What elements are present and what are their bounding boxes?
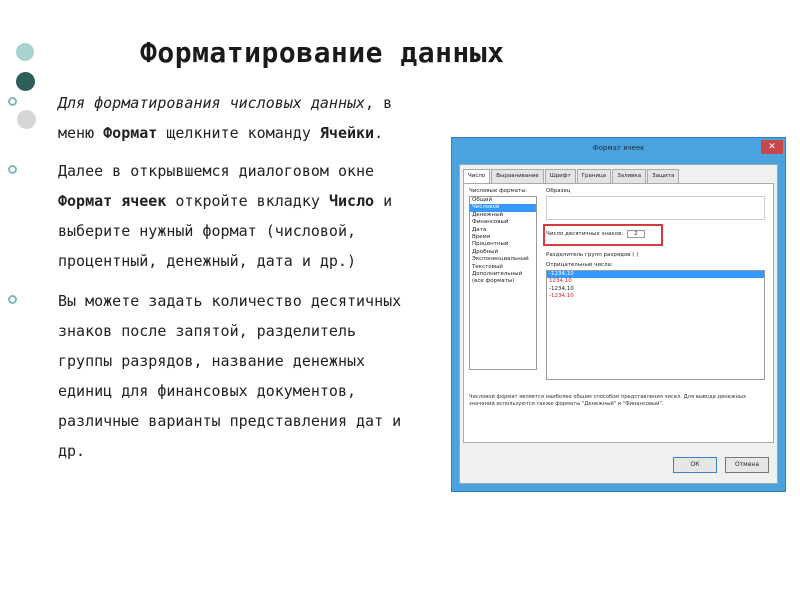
- tab-fill[interactable]: Заливка: [612, 169, 647, 183]
- sample-label: Образец: [546, 188, 571, 194]
- negative-item[interactable]: -1234,10: [547, 286, 764, 293]
- bullet-2-text-b: откройте вкладку: [166, 192, 329, 210]
- category-item[interactable]: Дополнительный: [470, 271, 536, 278]
- category-item[interactable]: Текстовый: [470, 264, 536, 271]
- bullet-2-text-a: Далее в открывшемся диалоговом окне: [58, 162, 375, 180]
- bullet-2-bold-dialog: Формат ячеек: [58, 192, 167, 210]
- tab-number[interactable]: Число: [463, 169, 491, 184]
- bullet-1-text-c: .: [374, 124, 384, 142]
- dialog-title: Формат ячеек: [592, 144, 645, 152]
- slide-title: Форматирование данных: [140, 36, 505, 69]
- dialog-tabs: Число Выравнивание Шрифт Граница Заливка…: [463, 169, 680, 184]
- bullet-item-1: Для форматирования числовых данных, в ме…: [8, 88, 408, 148]
- bullet-1-bold-format: Формат: [103, 124, 158, 142]
- cancel-button[interactable]: Отмена: [725, 457, 769, 473]
- category-item[interactable]: Экспоненциальный: [470, 256, 536, 263]
- bullet-item-2: Далее в открывшемся диалоговом окне Форм…: [8, 156, 408, 276]
- category-item[interactable]: Общий: [470, 197, 536, 204]
- bullet-list: Для форматирования числовых данных, в ме…: [8, 88, 408, 466]
- dialog-body: Число Выравнивание Шрифт Граница Заливка…: [459, 164, 778, 484]
- bullet-1-text-b: щелкните команду: [157, 124, 320, 142]
- bullet-2-bold-tab: Число: [328, 192, 375, 210]
- tab-font[interactable]: Шрифт: [544, 169, 576, 183]
- decor-circle-1: [16, 43, 34, 61]
- category-item[interactable]: Процентный: [470, 241, 536, 248]
- category-item[interactable]: (все форматы): [470, 278, 536, 285]
- tab-alignment[interactable]: Выравнивание: [491, 169, 544, 183]
- sample-box: [546, 196, 765, 220]
- negatives-list[interactable]: -1234,10 1234,10 -1234,10 -1234,10: [546, 270, 765, 380]
- category-item[interactable]: Денежный: [470, 212, 536, 219]
- category-item[interactable]: Финансовый: [470, 219, 536, 226]
- format-description: Числовой формат является наиболее общим …: [469, 394, 747, 407]
- close-icon[interactable]: ✕: [761, 140, 783, 154]
- negative-item[interactable]: -1234,10: [547, 293, 764, 300]
- categories-label: Числовые форматы:: [469, 188, 528, 194]
- decimals-label: Число десятичных знаков:: [546, 231, 624, 237]
- category-item[interactable]: Дробный: [470, 249, 536, 256]
- category-item-selected[interactable]: Числовой: [470, 204, 536, 212]
- decimals-spinner[interactable]: 2: [627, 230, 645, 238]
- tab-border[interactable]: Граница: [576, 169, 612, 183]
- category-item[interactable]: Дата: [470, 227, 536, 234]
- bullet-icon: [8, 165, 17, 174]
- decimals-row: Число десятичных знаков: 2: [546, 230, 645, 238]
- negative-item[interactable]: 1234,10: [547, 278, 764, 285]
- format-cells-dialog: Формат ячеек ✕ Число Выравнивание Шрифт …: [451, 137, 786, 492]
- bullet-icon: [8, 295, 17, 304]
- bullet-1-italic: Для форматирования числовых данных: [58, 94, 366, 112]
- tab-protection[interactable]: Защита: [647, 169, 680, 183]
- negatives-label: Отрицательные числа:: [546, 262, 613, 268]
- negative-item-selected[interactable]: -1234,10: [547, 271, 764, 279]
- bullet-3-text: Вы можете задать количество десятичных з…: [58, 292, 402, 460]
- ok-button[interactable]: ОК: [673, 457, 717, 473]
- bullet-icon: [8, 97, 17, 106]
- number-tab-panel: Числовые форматы: Общий Числовой Денежны…: [463, 183, 774, 443]
- category-item[interactable]: Время: [470, 234, 536, 241]
- bullet-item-3: Вы можете задать количество десятичных з…: [8, 286, 408, 466]
- separator-checkbox[interactable]: Разделитель групп разрядов ( ): [546, 252, 638, 258]
- categories-list[interactable]: Общий Числовой Денежный Финансовый Дата …: [469, 196, 537, 370]
- bullet-1-bold-cells: Ячейки: [319, 124, 375, 142]
